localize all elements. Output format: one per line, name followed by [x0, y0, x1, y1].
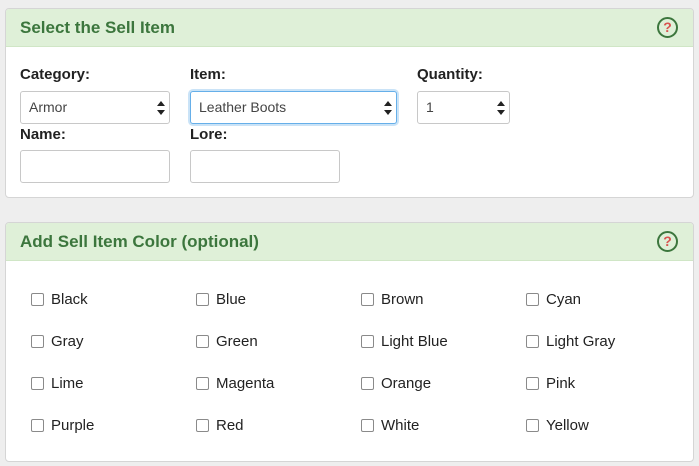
color-option-green[interactable]: Green: [196, 331, 258, 351]
color-option-purple[interactable]: Purple: [31, 415, 94, 435]
category-select-value: Armor: [29, 99, 68, 115]
color-checkbox[interactable]: [196, 334, 209, 348]
color-panel: Add Sell Item Color (optional) ? Black Bl…: [5, 222, 694, 462]
color-panel-header: Add Sell Item Color (optional) ?: [6, 223, 693, 261]
color-checkbox[interactable]: [526, 418, 539, 432]
color-label: Light Blue: [381, 332, 448, 350]
select-arrows-icon: [497, 101, 505, 115]
select-arrows-icon: [157, 101, 165, 115]
color-label: Pink: [546, 374, 576, 392]
color-checkbox[interactable]: [361, 418, 374, 432]
quantity-label: Quantity:: [417, 66, 483, 83]
color-label: Brown: [381, 290, 424, 308]
color-checkbox[interactable]: [196, 376, 209, 390]
color-label: Gray: [51, 332, 84, 350]
color-label: Blue: [216, 290, 247, 308]
color-label: Light Gray: [546, 332, 616, 350]
color-checkbox[interactable]: [361, 292, 374, 306]
item-select[interactable]: Leather Boots: [190, 91, 397, 124]
color-option-blue[interactable]: Blue: [196, 289, 246, 309]
help-icon[interactable]: ?: [657, 17, 678, 38]
category-label: Category:: [20, 66, 91, 83]
color-option-lime[interactable]: Lime: [31, 373, 84, 393]
sell-item-panel-header: Select the Sell Item ?: [6, 9, 693, 47]
color-option-white[interactable]: White: [361, 415, 419, 435]
item-label: Item:: [190, 66, 226, 83]
color-option-magenta[interactable]: Magenta: [196, 373, 274, 393]
select-arrows-icon: [384, 101, 392, 115]
color-label: White: [381, 416, 420, 434]
color-option-light-gray[interactable]: Light Gray: [526, 331, 615, 351]
color-checkbox[interactable]: [31, 334, 44, 348]
color-checkbox[interactable]: [526, 334, 539, 348]
quantity-select-value: 1: [426, 99, 434, 115]
help-icon[interactable]: ?: [657, 231, 678, 252]
color-label: Red: [216, 416, 244, 434]
color-option-yellow[interactable]: Yellow: [526, 415, 589, 435]
color-label: Cyan: [546, 290, 582, 308]
color-checkbox[interactable]: [196, 418, 209, 432]
color-option-red[interactable]: Red: [196, 415, 244, 435]
color-option-pink[interactable]: Pink: [526, 373, 575, 393]
color-label: Black: [51, 290, 88, 308]
color-option-light-blue[interactable]: Light Blue: [361, 331, 448, 351]
color-checkbox[interactable]: [526, 292, 539, 306]
color-checkbox[interactable]: [31, 418, 44, 432]
color-checkbox[interactable]: [526, 376, 539, 390]
color-label: Yellow: [546, 416, 589, 434]
color-label: Purple: [51, 416, 95, 434]
color-option-gray[interactable]: Gray: [31, 331, 84, 351]
name-label: Name:: [20, 126, 66, 143]
sell-item-panel-title: Select the Sell Item: [20, 18, 175, 37]
sell-item-panel: Select the Sell Item ? Category: Armor I…: [5, 8, 694, 198]
color-checkbox[interactable]: [31, 376, 44, 390]
color-option-orange[interactable]: Orange: [361, 373, 431, 393]
color-checkbox[interactable]: [196, 292, 209, 306]
color-panel-title: Add Sell Item Color (optional): [20, 232, 259, 251]
color-option-brown[interactable]: Brown: [361, 289, 424, 309]
lore-input[interactable]: [190, 150, 340, 183]
lore-label: Lore:: [190, 126, 228, 143]
color-label: Lime: [51, 374, 84, 392]
name-input[interactable]: [20, 150, 170, 183]
item-select-value: Leather Boots: [199, 99, 287, 115]
quantity-select[interactable]: 1: [417, 91, 510, 124]
color-checkbox[interactable]: [361, 334, 374, 348]
color-label: Magenta: [216, 374, 275, 392]
color-label: Orange: [381, 374, 432, 392]
color-option-black[interactable]: Black: [31, 289, 88, 309]
category-select[interactable]: Armor: [20, 91, 170, 124]
color-label: Green: [216, 332, 258, 350]
color-option-cyan[interactable]: Cyan: [526, 289, 581, 309]
color-checkbox[interactable]: [31, 292, 44, 306]
color-checkbox[interactable]: [361, 376, 374, 390]
